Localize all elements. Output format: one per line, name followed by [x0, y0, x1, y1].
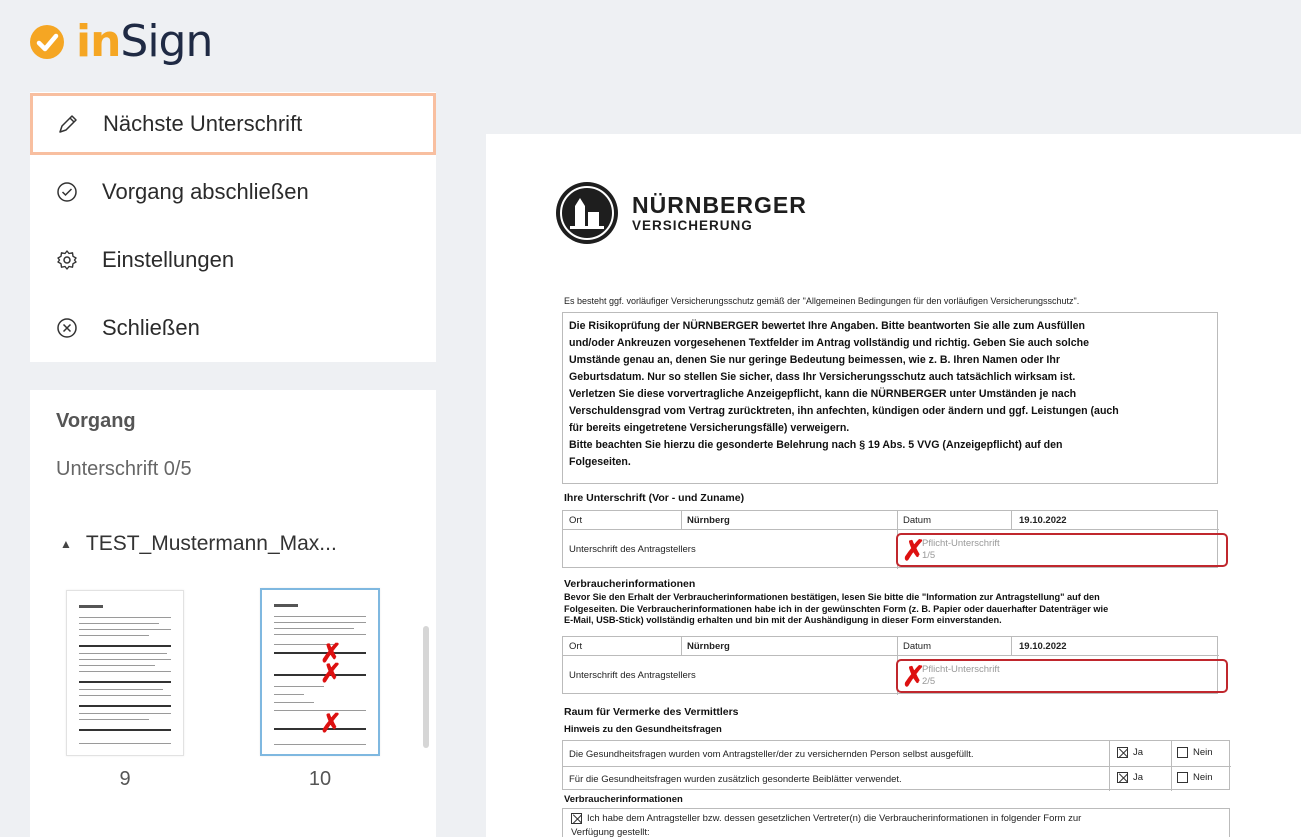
- signature-section-title: Ihre Unterschrift (Vor - und Zuname): [564, 492, 745, 504]
- document-toggle[interactable]: ▲ TEST_Mustermann_Max...: [60, 532, 337, 556]
- notice-line: Umstände genau an, denen Sie nur geringe…: [569, 354, 1060, 366]
- signature-mark-icon: ✗: [320, 708, 342, 738]
- notice-line: für bereits eingetretene Versicherungsfä…: [569, 422, 850, 434]
- company-logo: NÜRNBERGER VERSICHERUNG: [556, 182, 807, 244]
- health-row-text: Die Gesundheitsfragen wurden vom Antrags…: [569, 749, 974, 760]
- signature-field-label: Pflicht-Unterschrift: [922, 538, 1000, 549]
- close-button[interactable]: Schließen: [30, 296, 436, 360]
- notice-line: Geburtsdatum. Nur so stellen Sie sicher,…: [569, 371, 1076, 383]
- document-name: TEST_Mustermann_Max...: [85, 532, 337, 555]
- logo-check-icon: [30, 25, 64, 59]
- pen-icon: [57, 113, 79, 135]
- notice-line: Folgeseiten.: [569, 456, 631, 468]
- company-name: NÜRNBERGER: [632, 191, 807, 218]
- date-label: Datum: [903, 641, 931, 652]
- checked-checkbox-icon: [571, 813, 582, 824]
- consumer-info-text: Bevor Sie den Erhalt der Verbraucherinfo…: [564, 592, 1224, 627]
- process-title: Vorgang: [56, 410, 136, 432]
- close-label: Schließen: [102, 315, 200, 340]
- health-row-yes[interactable]: Ja: [1117, 747, 1143, 758]
- signature-field-count: 1/5: [922, 550, 936, 561]
- notice-line: und/oder Ankreuzen vorgesehenen Textfeld…: [569, 337, 1089, 349]
- notice-box: Die Risikoprüfung der NÜRNBERGER bewerte…: [562, 312, 1218, 484]
- logo-sign-text: Sign: [120, 16, 213, 67]
- notice-line: Die Risikoprüfung der NÜRNBERGER bewerte…: [569, 320, 1086, 332]
- page-number-9: 9: [119, 768, 131, 790]
- consumer-confirm-row[interactable]: Ich habe dem Antragsteller bzw. dessen g…: [571, 813, 1081, 824]
- signature-counter: Unterschrift 0/5: [56, 458, 192, 480]
- notice-line: Verschuldensgrad vom Vertrag zurücktrete…: [569, 405, 1119, 417]
- place-label: Ort: [569, 515, 583, 526]
- unchecked-checkbox-icon: [1177, 747, 1188, 758]
- page-thumbnail-10[interactable]: ✗ ✗ ✗: [260, 588, 380, 756]
- consumer-line: Folgeseiten. Die Verbraucherinformatione…: [564, 603, 1109, 614]
- consumer-confirm-line-2: Verfügung gestellt:: [571, 827, 650, 837]
- consumer-info-title-2: Verbraucherinformationen: [564, 794, 683, 805]
- unchecked-checkbox-icon: [1177, 772, 1188, 783]
- next-signature-label: Nächste Unterschrift: [103, 111, 303, 136]
- date-value: 19.10.2022: [1019, 515, 1067, 526]
- close-circle-icon: [56, 317, 78, 339]
- triangle-up-icon: ▲: [60, 537, 72, 551]
- castle-logo-icon: [556, 182, 618, 244]
- date-label: Datum: [903, 515, 931, 526]
- health-row-no[interactable]: Nein: [1177, 747, 1213, 758]
- settings-button[interactable]: Einstellungen: [30, 228, 436, 292]
- checked-checkbox-icon: [1117, 772, 1128, 783]
- health-table: Die Gesundheitsfragen wurden vom Antrags…: [562, 740, 1231, 791]
- signer-label: Unterschrift des Antragstellers: [569, 544, 696, 555]
- date-value: 19.10.2022: [1019, 641, 1067, 652]
- consumer-line: E-Mail, USB-Stick) vollständig erhalten …: [564, 615, 1002, 625]
- intro-text: Es besteht ggf. vorläufiger Versicherung…: [564, 296, 1080, 306]
- health-row-text: Für die Gesundheitsfragen wurden zusätzl…: [569, 774, 902, 785]
- next-signature-button[interactable]: Nächste Unterschrift: [30, 93, 436, 155]
- signature-field-1[interactable]: ✗ Pflicht-Unterschrift 1/5: [896, 533, 1228, 567]
- check-circle-icon: [56, 181, 78, 203]
- signature-mark-icon: ✗: [320, 658, 342, 688]
- consumer-info-box: Ich habe dem Antragsteller bzw. dessen g…: [562, 808, 1230, 837]
- signature-field-2[interactable]: ✗ Pflicht-Unterschrift 2/5: [896, 659, 1228, 693]
- place-value: Nürnberg: [687, 515, 730, 526]
- app-logo: inSign: [30, 14, 213, 70]
- page-thumbnail-9[interactable]: [66, 590, 184, 756]
- action-menu: Nächste Unterschrift Vorgang abschließen…: [30, 92, 436, 362]
- consumer-line: Bevor Sie den Erhalt der Verbraucherinfo…: [564, 592, 1100, 602]
- logo-in-text: in: [76, 16, 121, 67]
- page-number-10: 10: [308, 768, 332, 790]
- health-row-no[interactable]: Nein: [1177, 772, 1213, 783]
- health-notes-title: Hinweis zu den Gesundheitsfragen: [564, 724, 722, 735]
- health-row-yes[interactable]: Ja: [1117, 772, 1143, 783]
- process-panel: Vorgang Unterschrift 0/5 ▲ TEST_Musterma…: [30, 390, 436, 837]
- company-sub: VERSICHERUNG: [632, 218, 753, 234]
- signer-label: Unterschrift des Antragstellers: [569, 670, 696, 681]
- document-page: NÜRNBERGER VERSICHERUNG Es besteht ggf. …: [486, 134, 1301, 837]
- consumer-info-title: Verbraucherinformationen: [564, 578, 696, 590]
- place-value: Nürnberg: [687, 641, 730, 652]
- notice-line: Verletzen Sie diese vorvertragliche Anze…: [569, 388, 1077, 400]
- agent-notes-title: Raum für Vermerke des Vermittlers: [564, 706, 739, 718]
- checked-checkbox-icon: [1117, 747, 1128, 758]
- complete-process-label: Vorgang abschließen: [102, 179, 309, 204]
- thumbnail-scrollbar[interactable]: [423, 626, 429, 748]
- complete-process-button[interactable]: Vorgang abschließen: [30, 160, 436, 224]
- gear-icon: [56, 249, 78, 271]
- signature-field-count: 2/5: [922, 676, 936, 687]
- signature-field-label: Pflicht-Unterschrift: [922, 664, 1000, 675]
- settings-label: Einstellungen: [102, 247, 235, 272]
- place-label: Ort: [569, 641, 583, 652]
- notice-line: Bitte beachten Sie hierzu die gesonderte…: [569, 439, 1063, 451]
